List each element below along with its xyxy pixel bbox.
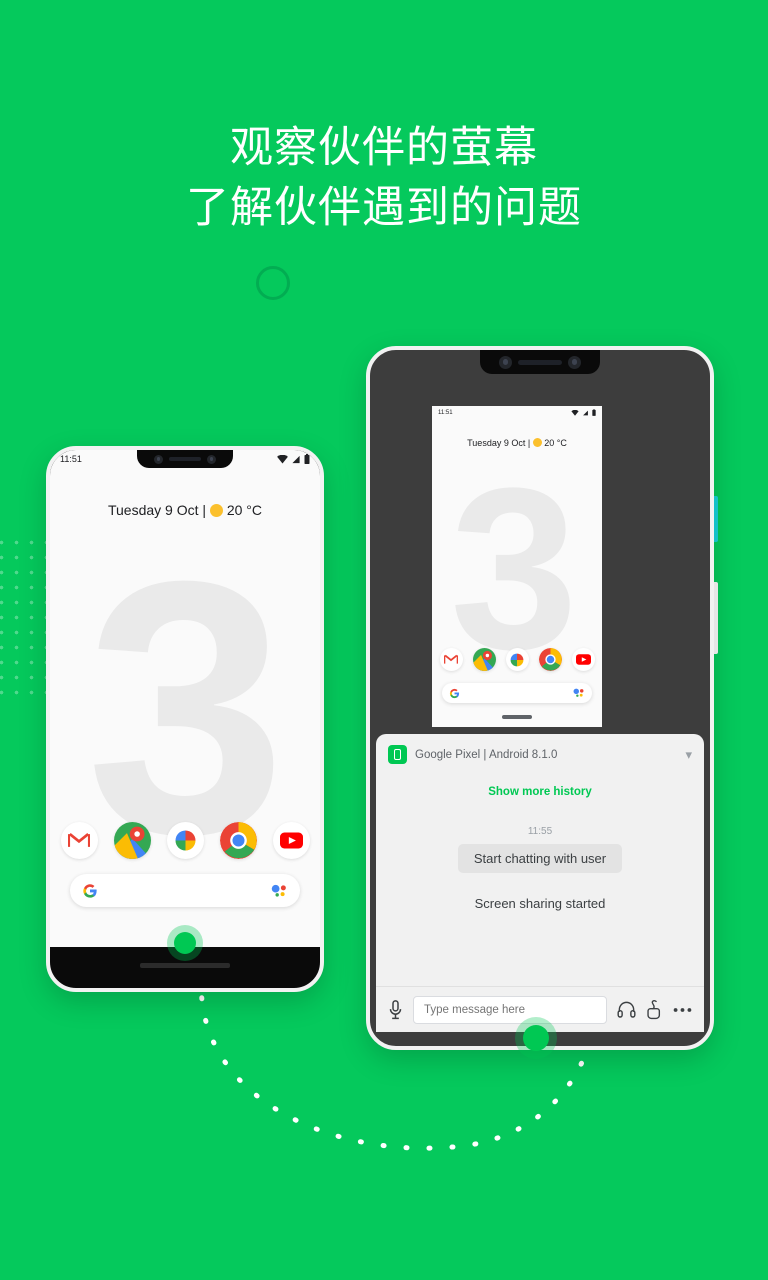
mirrored-screen: 3 11:51 Tuesday 9 Oct | 20 °C xyxy=(432,406,602,727)
front-camera-2-icon xyxy=(568,355,581,369)
power-button[interactable] xyxy=(714,496,718,542)
temperature-text: 20 °C xyxy=(226,502,262,518)
phone-right-body: 3 11:51 Tuesday 9 Oct | 20 °C Google Pix… xyxy=(366,346,714,1050)
date-weather-widget[interactable]: Tuesday 9 Oct | 20 °C xyxy=(50,502,320,518)
phone-left: 3 11:51 Tuesday 9 Oct | 20 °C xyxy=(46,446,324,992)
device-phone-icon xyxy=(388,745,407,764)
mirror-temperature-text: 20 °C xyxy=(544,438,567,448)
sun-cloud-icon xyxy=(532,438,542,447)
headline-line-2: 了解伙伴遇到的问题 xyxy=(186,184,582,232)
home-indicator[interactable] xyxy=(502,715,532,719)
dot-grid-decoration xyxy=(0,535,52,700)
phone-left-body: 3 11:51 Tuesday 9 Oct | 20 °C xyxy=(46,446,324,992)
headset-icon[interactable] xyxy=(617,1000,636,1019)
front-camera-icon xyxy=(499,355,512,369)
mirror-date-weather-widget: Tuesday 9 Oct | 20 °C xyxy=(432,438,602,448)
app-icon-youtube[interactable] xyxy=(272,822,310,859)
app-icon-chrome[interactable] xyxy=(219,822,257,859)
page-title: 观察伙伴的萤幕 了解伙伴遇到的问题 xyxy=(0,118,768,238)
wifi-icon xyxy=(277,454,288,464)
message-input[interactable] xyxy=(413,995,607,1024)
app-icon-maps[interactable] xyxy=(113,822,151,859)
earpiece-icon xyxy=(169,457,201,461)
pointer-hand-icon[interactable] xyxy=(646,999,663,1020)
app-icon-photos[interactable] xyxy=(166,822,204,859)
ring-decoration xyxy=(256,266,290,300)
app-icon-chrome[interactable] xyxy=(538,648,562,671)
touch-indicator-right xyxy=(523,1025,549,1051)
mirror-date-text: Tuesday 9 Oct xyxy=(467,438,526,448)
headline-line-1: 观察伙伴的萤幕 xyxy=(230,124,538,172)
microphone-icon[interactable] xyxy=(388,999,403,1020)
assistant-icon[interactable] xyxy=(271,884,288,898)
chat-device-title: Google Pixel | Android 8.1.0 xyxy=(415,748,558,761)
widget-separator: | xyxy=(202,502,207,518)
status-icons xyxy=(277,454,310,464)
notch xyxy=(480,350,600,374)
mirror-widget-separator: | xyxy=(527,438,531,448)
chevron-down-icon[interactable]: ▾ xyxy=(685,748,692,761)
mirror-status-time: 11:51 xyxy=(438,409,453,416)
front-camera-2-icon xyxy=(207,454,216,464)
earpiece-icon xyxy=(518,359,562,365)
chat-bubble[interactable]: Start chatting with user xyxy=(457,844,623,873)
app-icon-maps[interactable] xyxy=(472,648,496,671)
app-icon-gmail[interactable] xyxy=(439,648,463,671)
google-search-bar[interactable] xyxy=(70,874,300,907)
mirror-app-dock xyxy=(432,648,602,671)
front-camera-icon xyxy=(154,454,163,464)
message-timestamp: 11:55 xyxy=(527,826,553,837)
battery-icon xyxy=(592,409,596,416)
app-icon-youtube[interactable] xyxy=(571,648,595,671)
wifi-icon xyxy=(571,409,579,416)
system-message: Screen sharing started xyxy=(474,896,606,911)
battery-icon xyxy=(304,454,310,464)
app-icon-gmail[interactable] xyxy=(60,822,98,859)
app-icon-photos[interactable] xyxy=(505,648,529,671)
date-text: Tuesday 9 Oct xyxy=(107,502,199,518)
phone-right: 3 11:51 Tuesday 9 Oct | 20 °C Google Pix… xyxy=(366,346,718,1050)
notch xyxy=(137,450,233,468)
signal-icon xyxy=(583,410,588,415)
sun-cloud-icon xyxy=(209,504,223,517)
show-more-history-link[interactable]: Show more history xyxy=(488,786,592,798)
mirror-status-bar: 11:51 xyxy=(432,406,602,419)
mirror-google-search-bar[interactable] xyxy=(442,683,592,703)
bottom-speaker-grille xyxy=(140,963,230,968)
touch-indicator xyxy=(174,932,196,954)
google-g-icon xyxy=(83,883,97,898)
volume-button[interactable] xyxy=(714,582,718,654)
mirror-status-icons xyxy=(571,409,596,416)
chat-header[interactable]: Google Pixel | Android 8.1.0 ▾ xyxy=(376,734,704,770)
more-horizontal-icon[interactable] xyxy=(673,1007,692,1013)
signal-icon xyxy=(292,455,300,463)
google-g-icon xyxy=(449,688,460,698)
assistant-icon[interactable] xyxy=(573,688,585,698)
app-dock xyxy=(50,822,320,859)
chat-panel: Google Pixel | Android 8.1.0 ▾ Show more… xyxy=(376,734,704,994)
chat-message-list: Show more history 11:55 Start chatting w… xyxy=(376,770,704,994)
status-time: 11:51 xyxy=(60,454,82,464)
phone-left-screen: 3 11:51 Tuesday 9 Oct | 20 °C xyxy=(50,450,320,947)
